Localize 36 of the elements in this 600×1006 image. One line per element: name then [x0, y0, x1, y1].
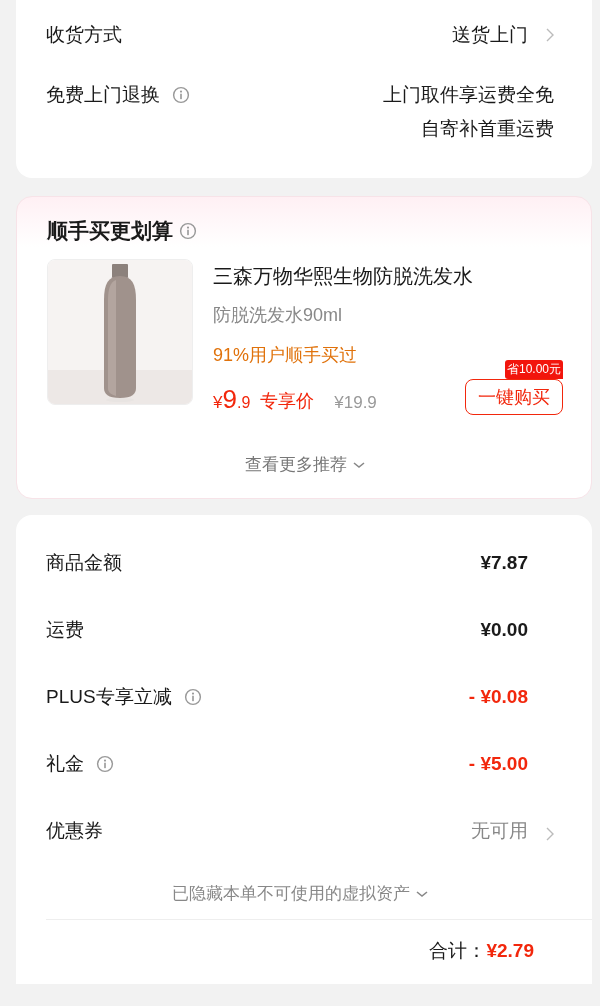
row-value: - ¥0.08 — [468, 685, 528, 708]
product-name: 三森万物华熙生物防脱洗发水 — [213, 264, 474, 289]
row-label: 商品金额 — [46, 550, 122, 575]
row-label: PLUS专享立减 — [46, 684, 172, 709]
buy-button[interactable]: 一键购买 — [465, 379, 563, 415]
info-icon[interactable] — [172, 86, 190, 104]
more-link[interactable]: 查看更多推荐 — [245, 453, 347, 476]
row-value: ¥7.87 — [480, 551, 528, 574]
row-value: 上门取件享运费全免 — [383, 83, 554, 107]
row-value: 自寄补首重运费 — [421, 117, 554, 141]
info-icon[interactable] — [96, 754, 114, 773]
chevron-icon[interactable] — [546, 28, 554, 42]
section-title: 顺手买更划算 — [47, 218, 173, 244]
total-value: ¥2.79 — [486, 940, 534, 962]
row-value: 无可用 — [471, 818, 528, 843]
original-price: ¥19.9 — [334, 393, 377, 413]
info-icon[interactable] — [179, 222, 197, 240]
chevron-down-icon[interactable] — [353, 460, 365, 469]
chevron-icon[interactable] — [546, 826, 554, 841]
info-icon[interactable] — [183, 687, 202, 706]
row-value: 送货上门 — [452, 23, 528, 47]
row-label: 运费 — [46, 617, 84, 642]
row-value: - ¥5.00 — [468, 752, 528, 775]
row-label: 礼金 — [46, 751, 84, 776]
row-label: 免费上门退换 — [46, 83, 160, 107]
row-label: 收货方式 — [46, 23, 122, 47]
savings-badge: 省10.00元 — [504, 360, 563, 379]
purchase-stat: 91%用户顺手买过 — [213, 344, 359, 367]
chevron-down-icon[interactable] — [416, 889, 428, 898]
price: ¥9.9 — [213, 384, 251, 415]
price-label: 专享价 — [260, 390, 315, 413]
product-spec: 防脱洗发水90ml — [213, 304, 343, 327]
hidden-assets-note[interactable]: 已隐藏本单不可使用的虚拟资产 — [172, 882, 410, 905]
total-label: 合计： — [429, 939, 487, 963]
row-value: ¥0.00 — [480, 618, 528, 641]
row-label: 优惠券 — [46, 818, 103, 843]
